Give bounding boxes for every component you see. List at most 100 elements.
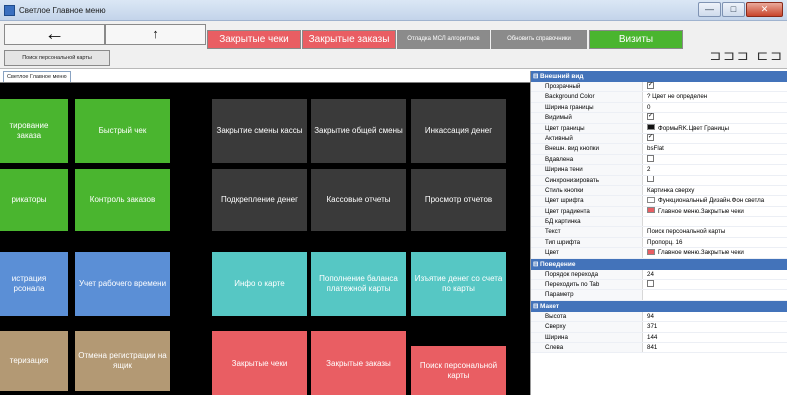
property-name: Прозрачный: [531, 82, 643, 92]
property-row[interactable]: Стиль кнопки Картинка сверху: [531, 185, 787, 197]
property-category[interactable]: ⊟ Макет: [531, 300, 787, 312]
property-value[interactable]: 2: [643, 165, 787, 174]
property-row[interactable]: Тип шрифта Пропорц. 16: [531, 237, 787, 249]
property-value[interactable]: bsFlat: [643, 144, 787, 153]
update-references-button[interactable]: Обновить справочники: [491, 30, 587, 49]
color-swatch: [647, 248, 655, 255]
property-row[interactable]: Параметр: [531, 290, 787, 301]
back-button[interactable]: ←: [4, 24, 105, 45]
property-row[interactable]: Прозрачный ✓: [531, 82, 787, 93]
property-row[interactable]: Ширина границы 0: [531, 102, 787, 114]
collapse-icon[interactable]: ⊟: [533, 71, 540, 82]
property-row[interactable]: Внешн. вид кнопки bsFlat: [531, 144, 787, 155]
up-button[interactable]: ↑: [105, 24, 206, 45]
property-value[interactable]: [643, 290, 787, 299]
tile-search-card[interactable]: Поиск персональной карты: [411, 346, 506, 395]
property-row[interactable]: Переходить по Tab: [531, 280, 787, 291]
checkbox[interactable]: ✓: [647, 113, 654, 121]
property-row[interactable]: Порядок перехода 24: [531, 269, 787, 281]
tile-closed-checks[interactable]: Закрытые чеки: [212, 331, 307, 395]
search-card-button[interactable]: Поиск персональной карты: [4, 50, 110, 66]
property-value[interactable]: Главное меню.Закрытые чеки: [643, 207, 787, 216]
property-value[interactable]: [643, 175, 787, 185]
tile-cash-reinforce[interactable]: Подкрепление денег: [212, 169, 307, 231]
property-row[interactable]: Сверху 371: [531, 322, 787, 333]
color-swatch: [647, 196, 655, 203]
property-row[interactable]: Цвет шрифта Функциональный Дизайн.Фон све…: [531, 196, 787, 207]
property-value[interactable]: 24: [643, 270, 787, 279]
tile-close-total-shift[interactable]: Закрытие общей смены: [311, 99, 406, 163]
property-row[interactable]: Цвет Главное меню.Закрытые чеки: [531, 248, 787, 259]
tile-modifiers[interactable]: рикаторы: [0, 169, 68, 231]
tile-working-time[interactable]: Учет рабочего времени: [75, 252, 170, 316]
property-row[interactable]: Текст Поиск персональной карты: [531, 227, 787, 238]
minimize-button[interactable]: —: [698, 2, 721, 17]
property-value[interactable]: [643, 154, 787, 164]
property-row[interactable]: Ширина 144: [531, 332, 787, 343]
property-row[interactable]: Слева 841: [531, 342, 787, 354]
property-value[interactable]: ФормыRK.Цвет Границы: [643, 123, 787, 133]
tile-authorization[interactable]: теризация: [0, 331, 68, 391]
tab-main-menu[interactable]: Светлое Главное меню: [3, 71, 71, 82]
property-value[interactable]: [643, 280, 787, 289]
property-row[interactable]: Синхронизировать: [531, 175, 787, 186]
tile-reports[interactable]: тирование заказа: [0, 99, 68, 163]
property-value[interactable]: 0: [643, 103, 787, 112]
property-value[interactable]: 371: [643, 322, 787, 331]
property-value[interactable]: ✓: [643, 133, 787, 143]
tile-cash-reports[interactable]: Кассовые отчеты: [311, 169, 406, 231]
property-row[interactable]: Видимый ✓: [531, 113, 787, 124]
property-value[interactable]: Функциональный Дизайн.Фон светла: [643, 196, 787, 205]
property-row[interactable]: Вдавлена: [531, 154, 787, 166]
property-category[interactable]: ⊟ Поведение: [531, 258, 787, 270]
tile-staff-registration[interactable]: истрация рсонала: [0, 252, 68, 316]
property-value[interactable]: Главное меню.Закрытые чеки: [643, 248, 787, 257]
collapse-icon[interactable]: ⊟: [533, 301, 540, 312]
property-row[interactable]: Активный ✓: [531, 133, 787, 145]
property-row[interactable]: Цвет градиента Главное меню.Закрытые чеки: [531, 206, 787, 218]
tile-view-reports[interactable]: Просмотр отчетов: [411, 169, 506, 231]
tile-quick-check[interactable]: Быстрый чек: [75, 99, 170, 163]
property-row[interactable]: Background Color? Цвет не определен: [531, 92, 787, 103]
property-row[interactable]: Ширина тени 2: [531, 165, 787, 176]
tile-card-info[interactable]: Инфо о карте: [212, 252, 307, 316]
maximize-button[interactable]: □: [722, 2, 745, 17]
checkbox[interactable]: [647, 154, 654, 162]
visits-button[interactable]: Визиты: [589, 30, 683, 49]
checkbox[interactable]: ✓: [647, 82, 654, 89]
property-value[interactable]: ? Цвет не определен: [643, 92, 787, 101]
property-name: Цвет границы: [531, 123, 643, 133]
tile-order-control[interactable]: Контроль заказов: [75, 169, 170, 231]
close-button[interactable]: ✕: [746, 2, 783, 17]
property-row[interactable]: БД картинка: [531, 217, 787, 228]
property-value[interactable]: 94: [643, 312, 787, 321]
tile-cancel-registration[interactable]: Отмена регистрации на ящик: [75, 331, 170, 391]
property-value[interactable]: ✓: [643, 113, 787, 122]
checkbox[interactable]: ✓: [647, 133, 654, 141]
property-value[interactable]: ✓: [643, 82, 787, 91]
property-value[interactable]: 144: [643, 333, 787, 342]
property-value[interactable]: Картинка сверху: [643, 186, 787, 195]
property-value[interactable]: 841: [643, 343, 787, 352]
property-row[interactable]: Цвет границы ФормыRK.Цвет Границы: [531, 123, 787, 134]
property-name: Текст: [531, 227, 643, 237]
property-value-text: 24: [647, 270, 654, 278]
closed-checks-button[interactable]: Закрытые чеки: [207, 30, 301, 49]
tile-closed-orders[interactable]: Закрытые заказы: [311, 331, 406, 395]
property-name: Порядок перехода: [531, 269, 643, 280]
tile-encashment[interactable]: Инкассация денег: [411, 99, 506, 163]
tile-card-topup[interactable]: Пополнение баланса платежной карты: [311, 252, 406, 316]
checkbox[interactable]: [647, 175, 654, 183]
property-value[interactable]: Пропорц. 16: [643, 238, 787, 247]
property-value[interactable]: Поиск персональной карты: [643, 227, 787, 236]
property-value[interactable]: [643, 217, 787, 226]
closed-orders-button[interactable]: Закрытые заказы: [302, 30, 396, 49]
tile-card-withdraw[interactable]: Изъятие денег со счета по карты: [411, 252, 506, 316]
tile-close-shift[interactable]: Закрытие смены кассы: [212, 99, 307, 163]
collapse-icon[interactable]: ⊟: [533, 259, 540, 270]
property-row[interactable]: Высота 94: [531, 311, 787, 323]
checkbox[interactable]: [647, 280, 654, 287]
property-value-text: Поиск персональной карты: [647, 228, 726, 236]
mcl-debug-button[interactable]: Отладка МСЛ алгоритмов: [397, 30, 490, 49]
property-category[interactable]: ⊟ Внешний вид: [531, 71, 787, 82]
